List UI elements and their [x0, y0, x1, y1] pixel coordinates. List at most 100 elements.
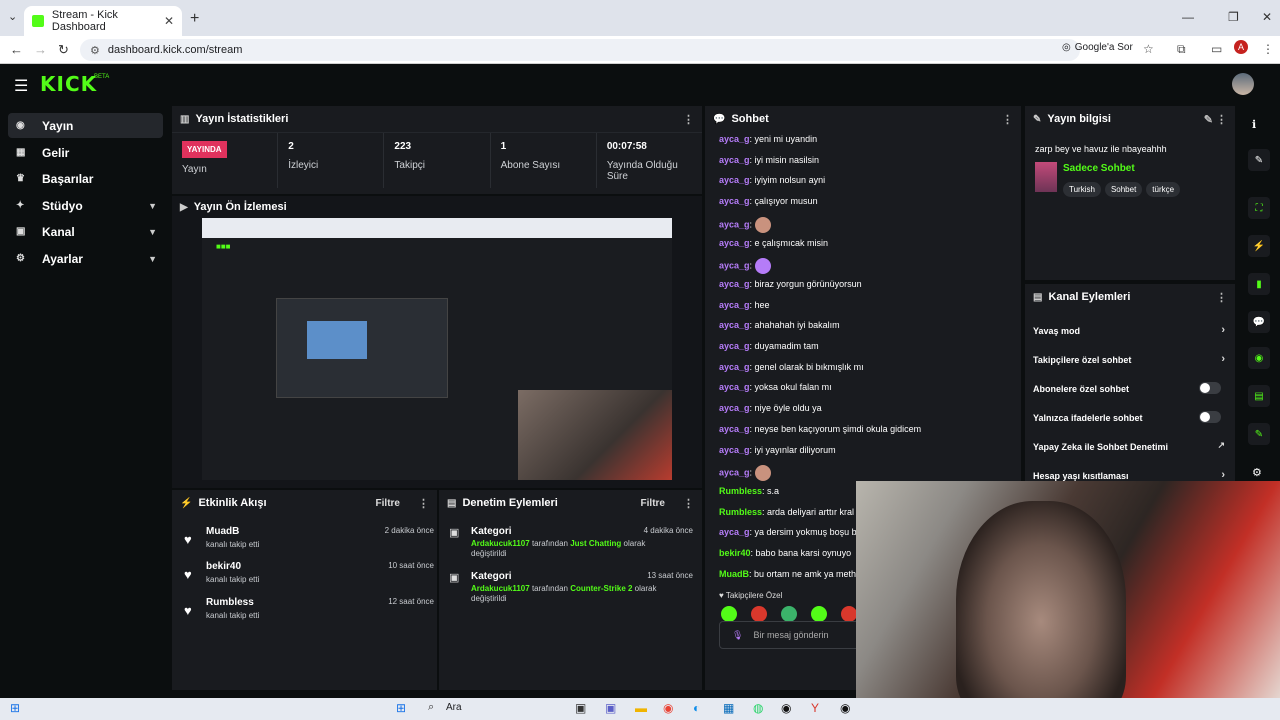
bookmark-star-icon[interactable]: ☆ — [1143, 42, 1154, 56]
chat-username[interactable]: ayca_g — [719, 341, 750, 351]
raid-icon[interactable]: ⚡ — [1248, 235, 1270, 257]
maximize-icon[interactable]: ❐ — [1228, 10, 1239, 24]
ai-moderation-row[interactable]: Yapay Zeka ile Sohbet Denetimi ↗ — [1033, 440, 1229, 452]
search-icon[interactable]: ⌕ — [428, 701, 434, 714]
chat-username[interactable]: ayca_g — [719, 403, 750, 413]
teams-icon[interactable]: ▣ — [605, 701, 616, 715]
filter-button[interactable]: Filtre — [641, 498, 665, 509]
category-thumbnail[interactable] — [1035, 162, 1057, 192]
chat-username[interactable]: ayca_g — [719, 468, 750, 478]
fullscreen-icon[interactable]: ⛶ — [1248, 197, 1270, 219]
chat-username[interactable]: ayca_g — [719, 300, 750, 310]
stream-preview-video[interactable]: ■■■ — [202, 218, 672, 480]
edge-icon[interactable]: ◐ — [693, 701, 700, 715]
tag[interactable]: Turkish — [1063, 182, 1101, 197]
chat-username[interactable]: ayca_g — [719, 134, 750, 144]
tag[interactable]: türkçe — [1146, 182, 1181, 197]
chat-username[interactable]: ayca_g — [719, 238, 750, 248]
emote-icon[interactable] — [781, 606, 797, 622]
more-icon[interactable]: ⋮ — [1216, 291, 1227, 304]
chat-username[interactable]: Rumbless — [719, 486, 762, 496]
sidebar-item-ayarlar[interactable]: ⚙ Ayarlar ▼ — [8, 246, 163, 271]
taskbar-search-label[interactable]: Ara — [446, 702, 462, 713]
host-icon[interactable]: ▤ — [1248, 385, 1270, 407]
chat-username[interactable]: ayca_g — [719, 424, 750, 434]
chat-username[interactable]: ayca_g — [719, 279, 750, 289]
chat-username[interactable]: ayca_g — [719, 382, 750, 392]
subscribers-only-toggle[interactable] — [1199, 382, 1221, 394]
reload-icon[interactable]: ↻ — [58, 42, 69, 58]
chat-username[interactable]: bekir40 — [719, 548, 751, 558]
chat-settings-icon[interactable]: 💬 — [1248, 311, 1270, 333]
moderator-name[interactable]: Ardakucuk1107 — [471, 539, 530, 548]
back-icon[interactable]: ← — [10, 42, 23, 57]
clip-icon[interactable]: ▮ — [1248, 273, 1270, 295]
activity-user[interactable]: Rumbless — [206, 597, 254, 608]
chat-username[interactable]: ayca_g — [719, 219, 750, 229]
slow-mode-row[interactable]: Yavaş mod › — [1033, 324, 1229, 336]
tab-search-icon[interactable]: ⌄ — [8, 10, 17, 23]
edit-icon[interactable]: ✎ ⋮ — [1204, 113, 1227, 126]
close-window-icon[interactable]: ✕ — [1262, 10, 1272, 24]
browser-tab[interactable]: Stream - Kick Dashboard ✕ — [24, 6, 182, 36]
store-icon[interactable]: ▦ — [723, 701, 734, 715]
app-icon[interactable]: ◉ — [781, 701, 791, 715]
yandex-icon[interactable]: Y — [811, 701, 819, 715]
sidebar-item-gelir[interactable]: ▦ Gelir — [8, 140, 163, 165]
chat-username[interactable]: Rumbless — [719, 507, 762, 517]
task-view-icon[interactable]: ▣ — [575, 701, 586, 715]
microphone-icon[interactable]: 🎙 — [732, 630, 743, 641]
chat-username[interactable]: ayca_g — [719, 175, 750, 185]
start-menu-icon[interactable]: ⊞ — [396, 701, 406, 715]
chat-username[interactable]: ayca_g — [719, 527, 750, 537]
chat-username[interactable]: MuadB — [719, 569, 749, 579]
chat-username[interactable]: ayca_g — [719, 320, 750, 330]
filter-button[interactable]: Filtre — [376, 498, 400, 509]
emote-icon[interactable] — [811, 606, 827, 622]
emote-icon[interactable] — [841, 606, 857, 622]
chat-username[interactable]: ayca_g — [719, 362, 750, 372]
chat-username[interactable]: ayca_g — [719, 155, 750, 165]
more-icon[interactable]: ⋮ — [683, 497, 694, 510]
sidebar-item-basarilar[interactable]: ♛ Başarılar — [8, 166, 163, 191]
browser-menu-icon[interactable]: ⋮ — [1262, 42, 1274, 56]
account-age-row[interactable]: Hesap yaşı kısıtlaması › — [1033, 469, 1229, 481]
sidebar-item-studyo[interactable]: ✦ Stüdyo ▼ — [8, 193, 163, 218]
emote-only-toggle[interactable] — [1199, 411, 1221, 423]
followers-only-row[interactable]: Takipçilere özel sohbet › — [1033, 353, 1229, 365]
site-info-icon[interactable]: ⚙ — [90, 44, 100, 57]
more-icon[interactable]: ⋮ — [1002, 113, 1013, 126]
whatsapp-icon[interactable]: ◍ — [753, 701, 763, 715]
menu-icon[interactable]: ☰ — [14, 76, 28, 96]
sidebar-item-yayin[interactable]: ◉ Yayın — [8, 113, 163, 138]
forward-icon[interactable]: → — [34, 42, 47, 57]
category-name[interactable]: Sadece Sohbet — [1063, 163, 1135, 174]
file-explorer-icon[interactable]: ▬ — [635, 701, 647, 715]
edit-stream-icon[interactable]: ✎ — [1248, 149, 1270, 171]
new-tab-icon[interactable]: + — [190, 10, 199, 28]
emote-icon[interactable] — [751, 606, 767, 622]
chat-input[interactable]: 🎙 Bir mesaj gönderin — [719, 621, 869, 649]
app-icon[interactable]: ◉ — [840, 701, 850, 715]
extensions-icon[interactable]: ⧉ — [1177, 42, 1186, 57]
tools-icon[interactable]: ✎ — [1248, 423, 1270, 445]
chat-username[interactable]: ayca_g — [719, 261, 750, 271]
activity-user[interactable]: bekir40 — [206, 561, 241, 572]
kick-logo[interactable]: KICK — [40, 72, 97, 96]
moderator-name[interactable]: Ardakucuk1107 — [471, 584, 530, 593]
emote-icon[interactable] — [721, 606, 737, 622]
tag[interactable]: Sohbet — [1104, 182, 1143, 197]
user-avatar[interactable] — [1232, 73, 1254, 95]
close-tab-icon[interactable]: ✕ — [164, 14, 174, 28]
windows-start-icon[interactable]: ⊞ — [10, 701, 20, 715]
profile-avatar[interactable]: A — [1234, 40, 1248, 54]
activity-user[interactable]: MuadB — [206, 526, 239, 537]
settings-icon[interactable]: ⚙ — [1252, 466, 1262, 479]
google-ask-button[interactable]: ◎ Google'a Sor — [1062, 42, 1133, 53]
more-icon[interactable]: ⋮ — [418, 497, 429, 510]
chrome-icon[interactable]: ◉ — [663, 701, 673, 715]
minimize-icon[interactable]: — — [1182, 10, 1194, 24]
more-icon[interactable]: ⋮ — [683, 113, 694, 126]
cast-icon[interactable]: ▭ — [1211, 42, 1222, 56]
info-icon[interactable]: ℹ — [1252, 118, 1256, 131]
